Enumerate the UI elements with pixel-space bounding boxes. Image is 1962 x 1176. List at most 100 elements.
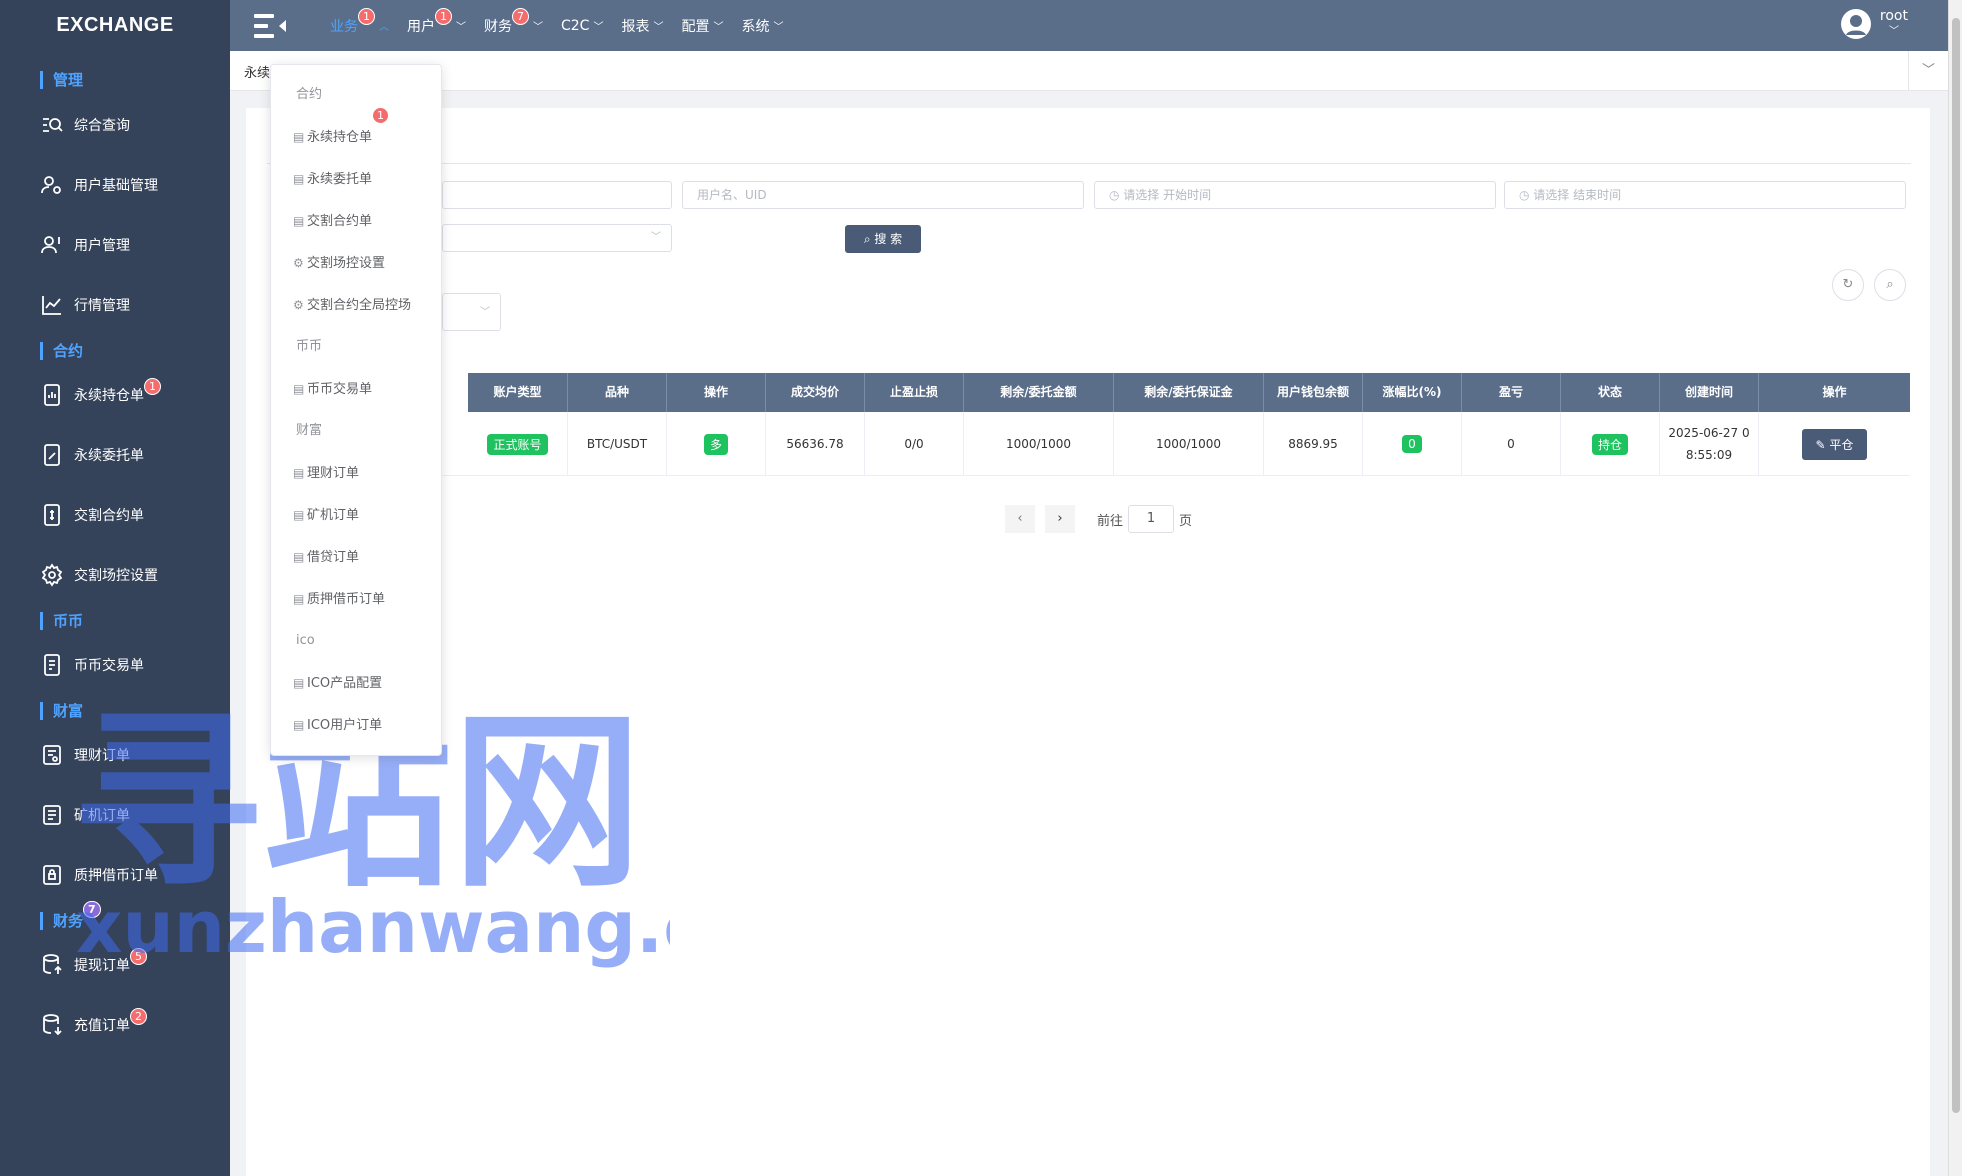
search-button[interactable]: ⌕ 搜 索: [845, 225, 921, 253]
search-icon[interactable]: ⌕: [1874, 269, 1906, 301]
dropdown-item-ico-config[interactable]: ▤ ICO产品配置: [271, 662, 441, 704]
sidebar-item-pledge-orders[interactable]: 质押借币订单: [0, 855, 230, 895]
business-dropdown-menu: 合约 ▤ 永续持仓单1 ▤ 永续委托单 ▤ 交割合约单 ⚙ 交割场控设置 ⚙ 交割合约全局…: [270, 64, 442, 756]
sidebar-item-delivery-orders[interactable]: 交割合约单: [0, 495, 230, 535]
type-select[interactable]: ﹀: [442, 293, 501, 331]
collapse-menu-icon[interactable]: [252, 12, 292, 44]
prev-page-button[interactable]: ‹: [1005, 505, 1035, 533]
notification-badge: 1: [358, 8, 375, 25]
scrollbar-thumb[interactable]: [1952, 18, 1960, 1113]
nav-report[interactable]: 报表 ﹀: [621, 16, 663, 36]
status-select[interactable]: ﹀: [442, 224, 672, 252]
sidebar-item-miner-orders[interactable]: 矿机订单: [0, 795, 230, 835]
refresh-icon[interactable]: ↻: [1832, 269, 1864, 301]
notification-badge: 7: [83, 901, 101, 918]
list-icon: [43, 805, 61, 825]
cell-remaining-amount: 1000/1000: [964, 412, 1114, 476]
nav-c2c[interactable]: C2C ﹀: [561, 18, 603, 34]
col-wallet-balance: 用户钱包余额: [1264, 373, 1363, 412]
group-finance: 财务7: [40, 901, 101, 932]
nav-business[interactable]: 业务 1 ︿: [330, 8, 389, 36]
sidebar-item-label: 永续持仓单: [74, 388, 144, 404]
dropdown-item-label: 永续持仓单: [307, 130, 373, 145]
group-finance-label: 财务: [53, 912, 84, 930]
search-input[interactable]: 用户名、UID: [682, 181, 1084, 209]
tabs-bar: 永续 ﹀: [230, 51, 1948, 91]
dropdown-item-perp-positions[interactable]: ▤ 永续持仓单 1: [271, 107, 441, 158]
sidebar-item-market[interactable]: 行情管理: [0, 285, 230, 325]
col-remaining-margin: 剩余/委托保证金: [1114, 373, 1264, 412]
end-time-input[interactable]: ◷ 请选择 结束时间: [1504, 181, 1906, 209]
group-contract: 合约: [40, 340, 83, 362]
search-button-label: 搜 索: [874, 232, 903, 246]
nav-system[interactable]: 系统 ﹀: [741, 16, 783, 36]
dropdown-item-label: 交割合约全局控场: [307, 298, 412, 313]
dropdown-section-ico: ico: [296, 633, 315, 648]
sidebar-item-spot-orders[interactable]: 币币交易单: [0, 645, 230, 685]
sidebar-item-user-mgmt[interactable]: 用户管理: [0, 225, 230, 265]
wallet-icon: [43, 745, 61, 765]
nav-user[interactable]: 用户 1 ﹀: [407, 8, 466, 36]
chevron-down-icon: ﹀: [651, 232, 661, 243]
document-icon: [44, 444, 60, 466]
uid-field[interactable]: [442, 181, 672, 209]
chevron-down-icon[interactable]: ﹀: [1908, 51, 1948, 91]
dropdown-item-miner-orders[interactable]: ▤ 矿机订单: [271, 494, 441, 536]
nav-config[interactable]: 配置 ﹀: [681, 16, 723, 36]
chevron-up-icon: ︿: [379, 22, 389, 33]
main-panel: [246, 108, 1930, 1176]
search-list-icon: [43, 118, 63, 132]
dropdown-item-spot-orders[interactable]: ▤ 币币交易单: [271, 368, 441, 410]
sidebar-item-label: 行情管理: [74, 298, 130, 314]
clock-icon: ◷: [1109, 188, 1124, 202]
start-time-input[interactable]: ◷ 请选择 开始时间: [1094, 181, 1496, 209]
chevron-down-icon: ﹀: [456, 22, 466, 33]
chevron-down-icon: ﹀: [593, 22, 604, 33]
account-type-tag: 正式账号: [487, 433, 548, 455]
nav-finance[interactable]: 财务 7 ﹀: [484, 8, 543, 36]
next-page-button[interactable]: ›: [1045, 505, 1075, 533]
gear-icon: ⚙: [293, 298, 304, 312]
sidebar-item-perp-positions[interactable]: 永续持仓单 1: [0, 375, 230, 415]
nav-label: 财务: [484, 18, 512, 35]
sidebar-item-withdraw-orders[interactable]: 提现订单 5: [0, 945, 230, 985]
dropdown-item-wealth-orders[interactable]: ▤ 理财订单: [271, 452, 441, 494]
dropdown-item-delivery-control[interactable]: ⚙ 交割场控设置: [271, 242, 441, 284]
col-created: 创建时间: [1660, 373, 1759, 412]
sidebar-item-deposit-orders[interactable]: 充值订单 2: [0, 1005, 230, 1045]
chevron-down-icon: ﹀: [653, 22, 664, 33]
chevron-down-icon: ﹀: [533, 22, 543, 33]
document-dollar-icon: [44, 504, 60, 526]
dropdown-item-loan-orders[interactable]: ▤ 借贷订单: [271, 536, 441, 578]
dropdown-item-perp-orders[interactable]: ▤ 永续委托单: [271, 158, 441, 200]
notification-badge: 1: [144, 377, 161, 395]
tab-perp[interactable]: 永续: [244, 62, 270, 81]
clipboard-icon: ▤: [293, 550, 305, 564]
sidebar-item-query[interactable]: 综合查询: [0, 105, 230, 145]
sidebar-item-user-basic[interactable]: 用户基础管理: [0, 165, 230, 205]
user-menu[interactable]: root ﹀: [1840, 8, 1908, 40]
sidebar-item-perp-orders[interactable]: 永续委托单: [0, 435, 230, 475]
dropdown-item-label: 矿机订单: [307, 508, 360, 523]
database-down-icon: [43, 1014, 62, 1036]
user-gear-icon: [41, 176, 61, 194]
col-avg-price: 成交均价: [766, 373, 865, 412]
cell-status: 持仓: [1561, 412, 1660, 476]
dropdown-item-delivery-orders[interactable]: ▤ 交割合约单: [271, 200, 441, 242]
goto-label: 前往: [1097, 513, 1124, 529]
close-position-button[interactable]: ✎ 平仓: [1801, 428, 1868, 460]
search-icon: ⌕: [863, 232, 875, 246]
page-input[interactable]: 1: [1128, 505, 1175, 533]
sidebar-item-label: 币币交易单: [74, 658, 144, 674]
dropdown-item-ico-orders[interactable]: ▤ ICO用户订单: [271, 704, 441, 746]
nav-label: 业务: [330, 18, 358, 35]
sidebar-item-delivery-control[interactable]: 交割场控设置: [0, 555, 230, 595]
dropdown-item-label: 交割场控设置: [307, 256, 386, 271]
cell-symbol: BTC/USDT: [568, 412, 667, 476]
sidebar-item-wealth-orders[interactable]: 理财订单: [0, 735, 230, 775]
clipboard-icon: ▤: [293, 592, 305, 606]
dropdown-item-pledge-orders[interactable]: ▤ 质押借币订单: [271, 578, 441, 620]
dropdown-item-label: ICO用户订单: [307, 718, 383, 733]
dropdown-item-delivery-global[interactable]: ⚙ 交割合约全局控场: [271, 284, 441, 326]
page-scrollbar[interactable]: [1948, 0, 1962, 1176]
